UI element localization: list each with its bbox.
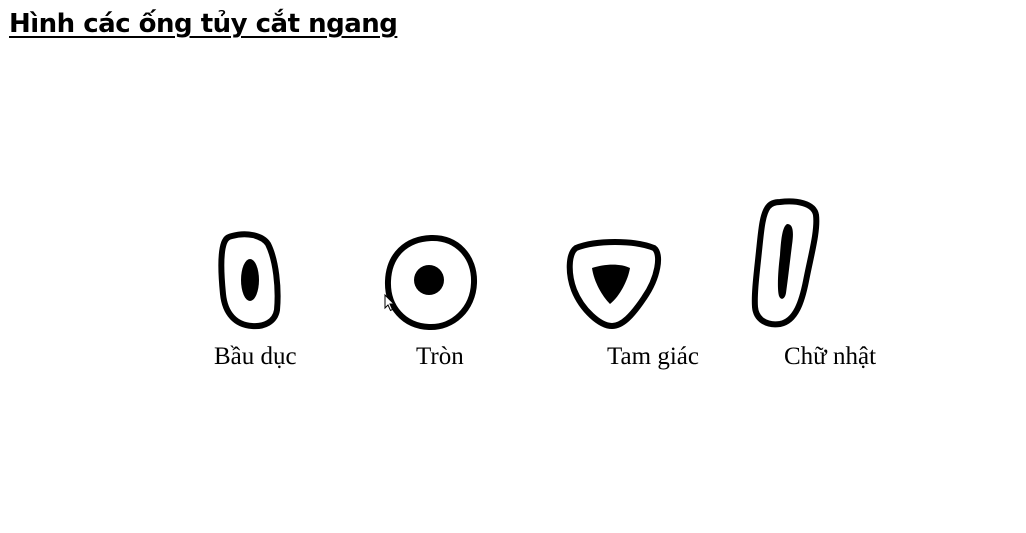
triangular-canal-icon <box>566 239 662 329</box>
label-oval: Bầu dục <box>214 343 297 370</box>
label-triangle: Tam giác <box>607 343 699 370</box>
label-rectangle: Chữ nhật <box>784 343 877 370</box>
mouse-cursor-icon <box>384 293 396 312</box>
label-round: Tròn <box>416 343 464 370</box>
round-canal-icon <box>384 234 478 331</box>
rectangular-canal-icon <box>751 198 820 328</box>
slide: Hình các ống tủy cắt ngang Bầu dục Tròn … <box>0 0 1026 533</box>
oval-canal-icon <box>218 231 281 330</box>
slide-title: Hình các ống tủy cắt ngang <box>9 9 398 39</box>
